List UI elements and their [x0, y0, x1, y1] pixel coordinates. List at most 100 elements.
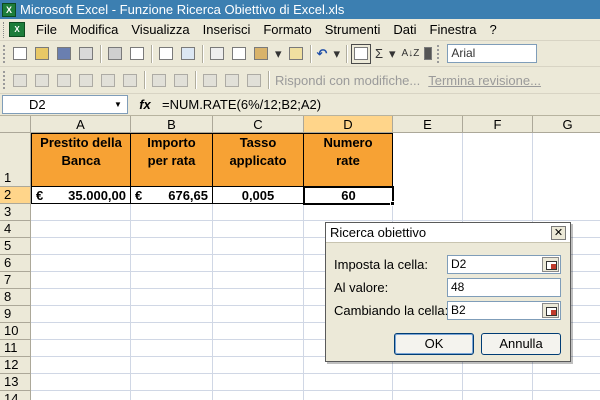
toolbar-options-icon[interactable] — [423, 44, 433, 64]
menu-help[interactable]: ? — [485, 22, 505, 37]
row-header-1[interactable]: 1 — [0, 133, 31, 187]
research-icon[interactable] — [178, 44, 198, 64]
row-header-14[interactable]: 14 — [0, 391, 31, 400]
column-header-b[interactable]: B — [131, 116, 213, 133]
menu-visualizza[interactable]: Visualizza — [126, 22, 197, 37]
toolbar-grip[interactable] — [437, 44, 440, 63]
collapse-dialog-icon[interactable] — [542, 303, 559, 318]
spelling-icon[interactable] — [156, 44, 176, 64]
cell-a2[interactable]: € 35.000,00 — [31, 187, 131, 204]
menu-finestra[interactable]: Finestra — [425, 22, 485, 37]
track-changes-icon[interactable] — [200, 70, 220, 90]
accept-change-icon[interactable] — [222, 70, 242, 90]
select-all-corner[interactable] — [0, 116, 31, 133]
comment-icon[interactable] — [76, 70, 96, 90]
cell-d1[interactable]: Numero rate — [304, 133, 393, 187]
undo-dropdown-icon[interactable]: ▾ — [331, 44, 342, 64]
set-cell-field[interactable]: D2 — [447, 255, 561, 274]
close-icon[interactable]: ✕ — [551, 226, 566, 240]
column-header-a[interactable]: A — [31, 116, 131, 133]
compare-icon[interactable] — [10, 70, 30, 90]
row-header-2[interactable]: 2 — [0, 187, 31, 204]
font-name-field[interactable]: Arial — [447, 44, 538, 63]
cell-d1-line1: Numero — [323, 135, 373, 150]
print-icon[interactable] — [105, 44, 125, 64]
gridline — [31, 220, 600, 221]
row-header-3[interactable]: 3 — [0, 204, 31, 221]
row-header-6[interactable]: 6 — [0, 255, 31, 272]
show-comments-icon[interactable] — [98, 70, 118, 90]
autosum-dropdown-icon[interactable]: ▾ — [387, 44, 398, 64]
standard-toolbar: ▾ ↶ ▾ Σ ▾ A↓Z Arial — [0, 41, 600, 67]
cell-c1-line2: applicato — [229, 153, 287, 168]
print-preview-icon[interactable] — [127, 44, 147, 64]
undo-icon[interactable]: ↶ — [315, 44, 330, 64]
toolbar-grip[interactable] — [3, 71, 6, 89]
reviewing-toolbar: Rispondi con modifiche... Termina revisi… — [0, 67, 600, 94]
by-changing-label: Cambiando la cella: — [334, 303, 449, 318]
menu-formato[interactable]: Formato — [258, 22, 319, 37]
column-header-f[interactable]: F — [463, 116, 533, 133]
cell-b1[interactable]: Importo per rata — [131, 133, 213, 187]
menu-strumenti[interactable]: Strumenti — [320, 22, 389, 37]
row-header-13[interactable]: 13 — [0, 374, 31, 391]
column-header-d[interactable]: D — [304, 116, 393, 133]
menu-dati[interactable]: Dati — [388, 22, 424, 37]
cell-a1[interactable]: Prestito della Banca — [31, 133, 131, 187]
insert-function-icon[interactable]: fx — [128, 97, 162, 112]
save-icon[interactable] — [54, 44, 74, 64]
cell-c2[interactable]: 0,005 — [213, 187, 304, 204]
name-box-dropdown-icon[interactable]: ▼ — [111, 96, 125, 113]
collapse-dialog-icon[interactable] — [542, 257, 559, 272]
hyperlink-icon[interactable] — [350, 43, 371, 64]
cell-b2[interactable]: € 676,65 — [131, 187, 213, 204]
paste-dropdown-icon[interactable]: ▾ — [273, 44, 284, 64]
row-header-9[interactable]: 9 — [0, 306, 31, 323]
cell-b2-value: 676,65 — [168, 188, 208, 203]
paste-icon[interactable] — [251, 44, 271, 64]
cell-d2-selected[interactable]: 60 — [303, 186, 394, 205]
ink-annotations-icon[interactable] — [171, 70, 191, 90]
cell-a2-value: 35.000,00 — [68, 188, 126, 203]
menu-inserisci[interactable]: Inserisci — [198, 22, 259, 37]
autosum-icon[interactable]: Σ — [373, 44, 385, 64]
cut-icon[interactable] — [207, 44, 227, 64]
format-painter-icon[interactable] — [286, 44, 306, 64]
mail-recipient-icon[interactable] — [32, 70, 52, 90]
dialog-title-bar[interactable]: Ricerca obiettivo ✕ — [326, 223, 570, 243]
ok-button[interactable]: OK — [394, 333, 474, 355]
to-value-field[interactable]: 48 — [447, 278, 561, 297]
column-header-c[interactable]: C — [213, 116, 304, 133]
reject-change-icon[interactable] — [244, 70, 264, 90]
row-header-5[interactable]: 5 — [0, 238, 31, 255]
copy-icon[interactable] — [229, 44, 249, 64]
menu-file[interactable]: File — [31, 22, 65, 37]
formula-input[interactable]: =NUM.RATE(6%/12;B2;A2) — [162, 95, 321, 114]
delete-comment-icon[interactable] — [120, 70, 140, 90]
menu-modifica[interactable]: Modifica — [65, 22, 126, 37]
send-icon[interactable] — [54, 70, 74, 90]
toolbar-grip[interactable] — [3, 44, 6, 63]
cancel-button[interactable]: Annulla — [481, 333, 561, 355]
by-changing-field[interactable]: B2 — [447, 301, 561, 320]
new-icon[interactable] — [10, 44, 30, 64]
workbook-icon[interactable]: X — [9, 22, 25, 37]
row-header-7[interactable]: 7 — [0, 272, 31, 289]
open-icon[interactable] — [32, 44, 52, 64]
column-header-g[interactable]: G — [533, 116, 600, 133]
row-header-8[interactable]: 8 — [0, 289, 31, 306]
fill-handle[interactable] — [390, 201, 395, 206]
name-box[interactable]: D2 ▼ — [2, 95, 128, 114]
sort-ascending-icon[interactable]: A↓Z — [400, 44, 422, 64]
edit-comment-icon[interactable] — [149, 70, 169, 90]
end-review-link[interactable]: Termina revisione... — [428, 73, 541, 88]
row-header-12[interactable]: 12 — [0, 357, 31, 374]
permission-icon[interactable] — [76, 44, 96, 64]
column-header-e[interactable]: E — [393, 116, 463, 133]
reply-with-changes-link[interactable]: Rispondi con modifiche... — [275, 73, 420, 88]
menubar-grip[interactable] — [3, 21, 6, 38]
row-header-11[interactable]: 11 — [0, 340, 31, 357]
row-header-4[interactable]: 4 — [0, 221, 31, 238]
cell-c1[interactable]: Tasso applicato — [213, 133, 304, 187]
row-header-10[interactable]: 10 — [0, 323, 31, 340]
